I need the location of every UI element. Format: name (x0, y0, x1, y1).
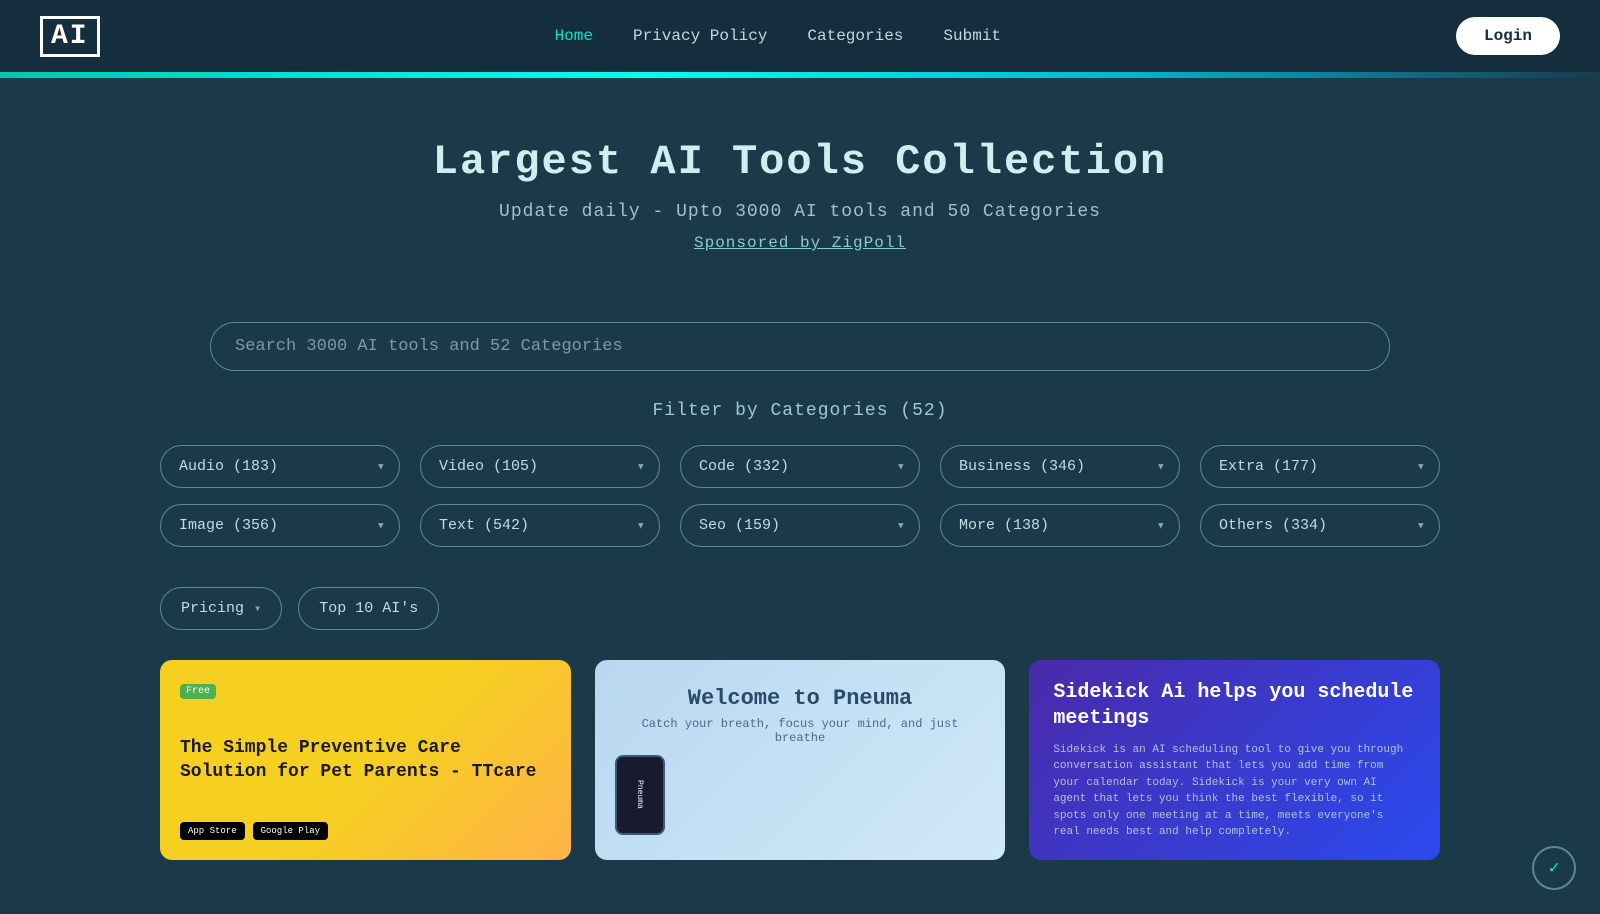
pricing-arrow-icon: ▾ (254, 601, 261, 616)
category-more-select[interactable]: More (138) (941, 505, 1179, 546)
navbar: AI Home Privacy Policy Categories Submit… (0, 0, 1600, 72)
card-2-subtitle: Catch your breath, focus your mind, and … (615, 717, 986, 745)
card-1-title: The Simple Preventive Care Solution for … (180, 737, 551, 784)
hero-section: Largest AI Tools Collection Update daily… (0, 78, 1600, 322)
card-2-phone-label: Pneuma (635, 780, 644, 809)
app-store-button[interactable]: App Store (180, 822, 245, 840)
card-3-desc: Sidekick is an AI scheduling tool to giv… (1053, 742, 1416, 841)
category-business[interactable]: Business (346) (940, 445, 1180, 488)
check-icon: ✓ (1549, 857, 1560, 879)
category-audio-select[interactable]: Audio (183) (161, 446, 399, 487)
card-2-text: Welcome to Pneuma Catch your breath, foc… (595, 666, 1006, 855)
tool-card-2[interactable]: Welcome to Pneuma Catch your breath, foc… (595, 660, 1006, 860)
categories-grid: Audio (183) Video (105) Code (332) Busin… (100, 445, 1500, 547)
category-extra-select[interactable]: Extra (177) (1201, 446, 1439, 487)
category-text-select[interactable]: Text (542) (421, 505, 659, 546)
card-3-title: Sidekick Ai helps you schedule meetings (1053, 680, 1416, 732)
nav-privacy[interactable]: Privacy Policy (633, 27, 767, 45)
card-1-content: Free The Simple Preventive Care Solution… (160, 660, 571, 860)
category-code-select[interactable]: Code (332) (681, 446, 919, 487)
category-image[interactable]: Image (356) (160, 504, 400, 547)
category-code[interactable]: Code (332) (680, 445, 920, 488)
search-input[interactable] (210, 322, 1390, 371)
sponsor-link[interactable]: Sponsored by ZigPoll (694, 234, 906, 252)
login-button[interactable]: Login (1456, 17, 1560, 55)
category-video-select[interactable]: Video (105) (421, 446, 659, 487)
filter-label: Filter by Categories (52) (0, 401, 1600, 421)
tool-cards-grid: Free The Simple Preventive Care Solution… (100, 660, 1500, 860)
logo: AI (40, 16, 100, 57)
filter-buttons-row: Pricing ▾ Top 10 AI's (100, 587, 1500, 630)
category-others[interactable]: Others (334) (1200, 504, 1440, 547)
nav-submit[interactable]: Submit (943, 27, 1001, 45)
top10-filter-button[interactable]: Top 10 AI's (298, 587, 439, 630)
tool-card-3[interactable]: Sidekick Ai helps you schedule meetings … (1029, 660, 1440, 860)
floating-check-button[interactable]: ✓ (1532, 846, 1576, 890)
pricing-label: Pricing (181, 600, 244, 617)
hero-subtitle: Update daily - Upto 3000 AI tools and 50… (40, 202, 1560, 222)
card-2-title: Welcome to Pneuma (615, 686, 986, 711)
google-play-button[interactable]: Google Play (253, 822, 328, 840)
top10-label: Top 10 AI's (319, 600, 418, 617)
hero-title: Largest AI Tools Collection (40, 138, 1560, 186)
category-video[interactable]: Video (105) (420, 445, 660, 488)
card-1-top: Free (180, 680, 551, 699)
category-audio[interactable]: Audio (183) (160, 445, 400, 488)
card-1-store-buttons: App Store Google Play (180, 822, 551, 840)
card-1-badge: Free (180, 684, 216, 699)
category-seo[interactable]: Seo (159) (680, 504, 920, 547)
category-business-select[interactable]: Business (346) (941, 446, 1179, 487)
nav-links: Home Privacy Policy Categories Submit (555, 27, 1001, 45)
category-extra[interactable]: Extra (177) (1200, 445, 1440, 488)
category-others-select[interactable]: Others (334) (1201, 505, 1439, 546)
search-container (150, 322, 1450, 371)
pricing-filter-button[interactable]: Pricing ▾ (160, 587, 282, 630)
card-2-phone: Pneuma (615, 755, 665, 835)
category-more[interactable]: More (138) (940, 504, 1180, 547)
category-image-select[interactable]: Image (356) (161, 505, 399, 546)
category-text[interactable]: Text (542) (420, 504, 660, 547)
nav-categories[interactable]: Categories (807, 27, 903, 45)
category-seo-select[interactable]: Seo (159) (681, 505, 919, 546)
nav-home[interactable]: Home (555, 27, 593, 45)
tool-card-1[interactable]: Free The Simple Preventive Care Solution… (160, 660, 571, 860)
